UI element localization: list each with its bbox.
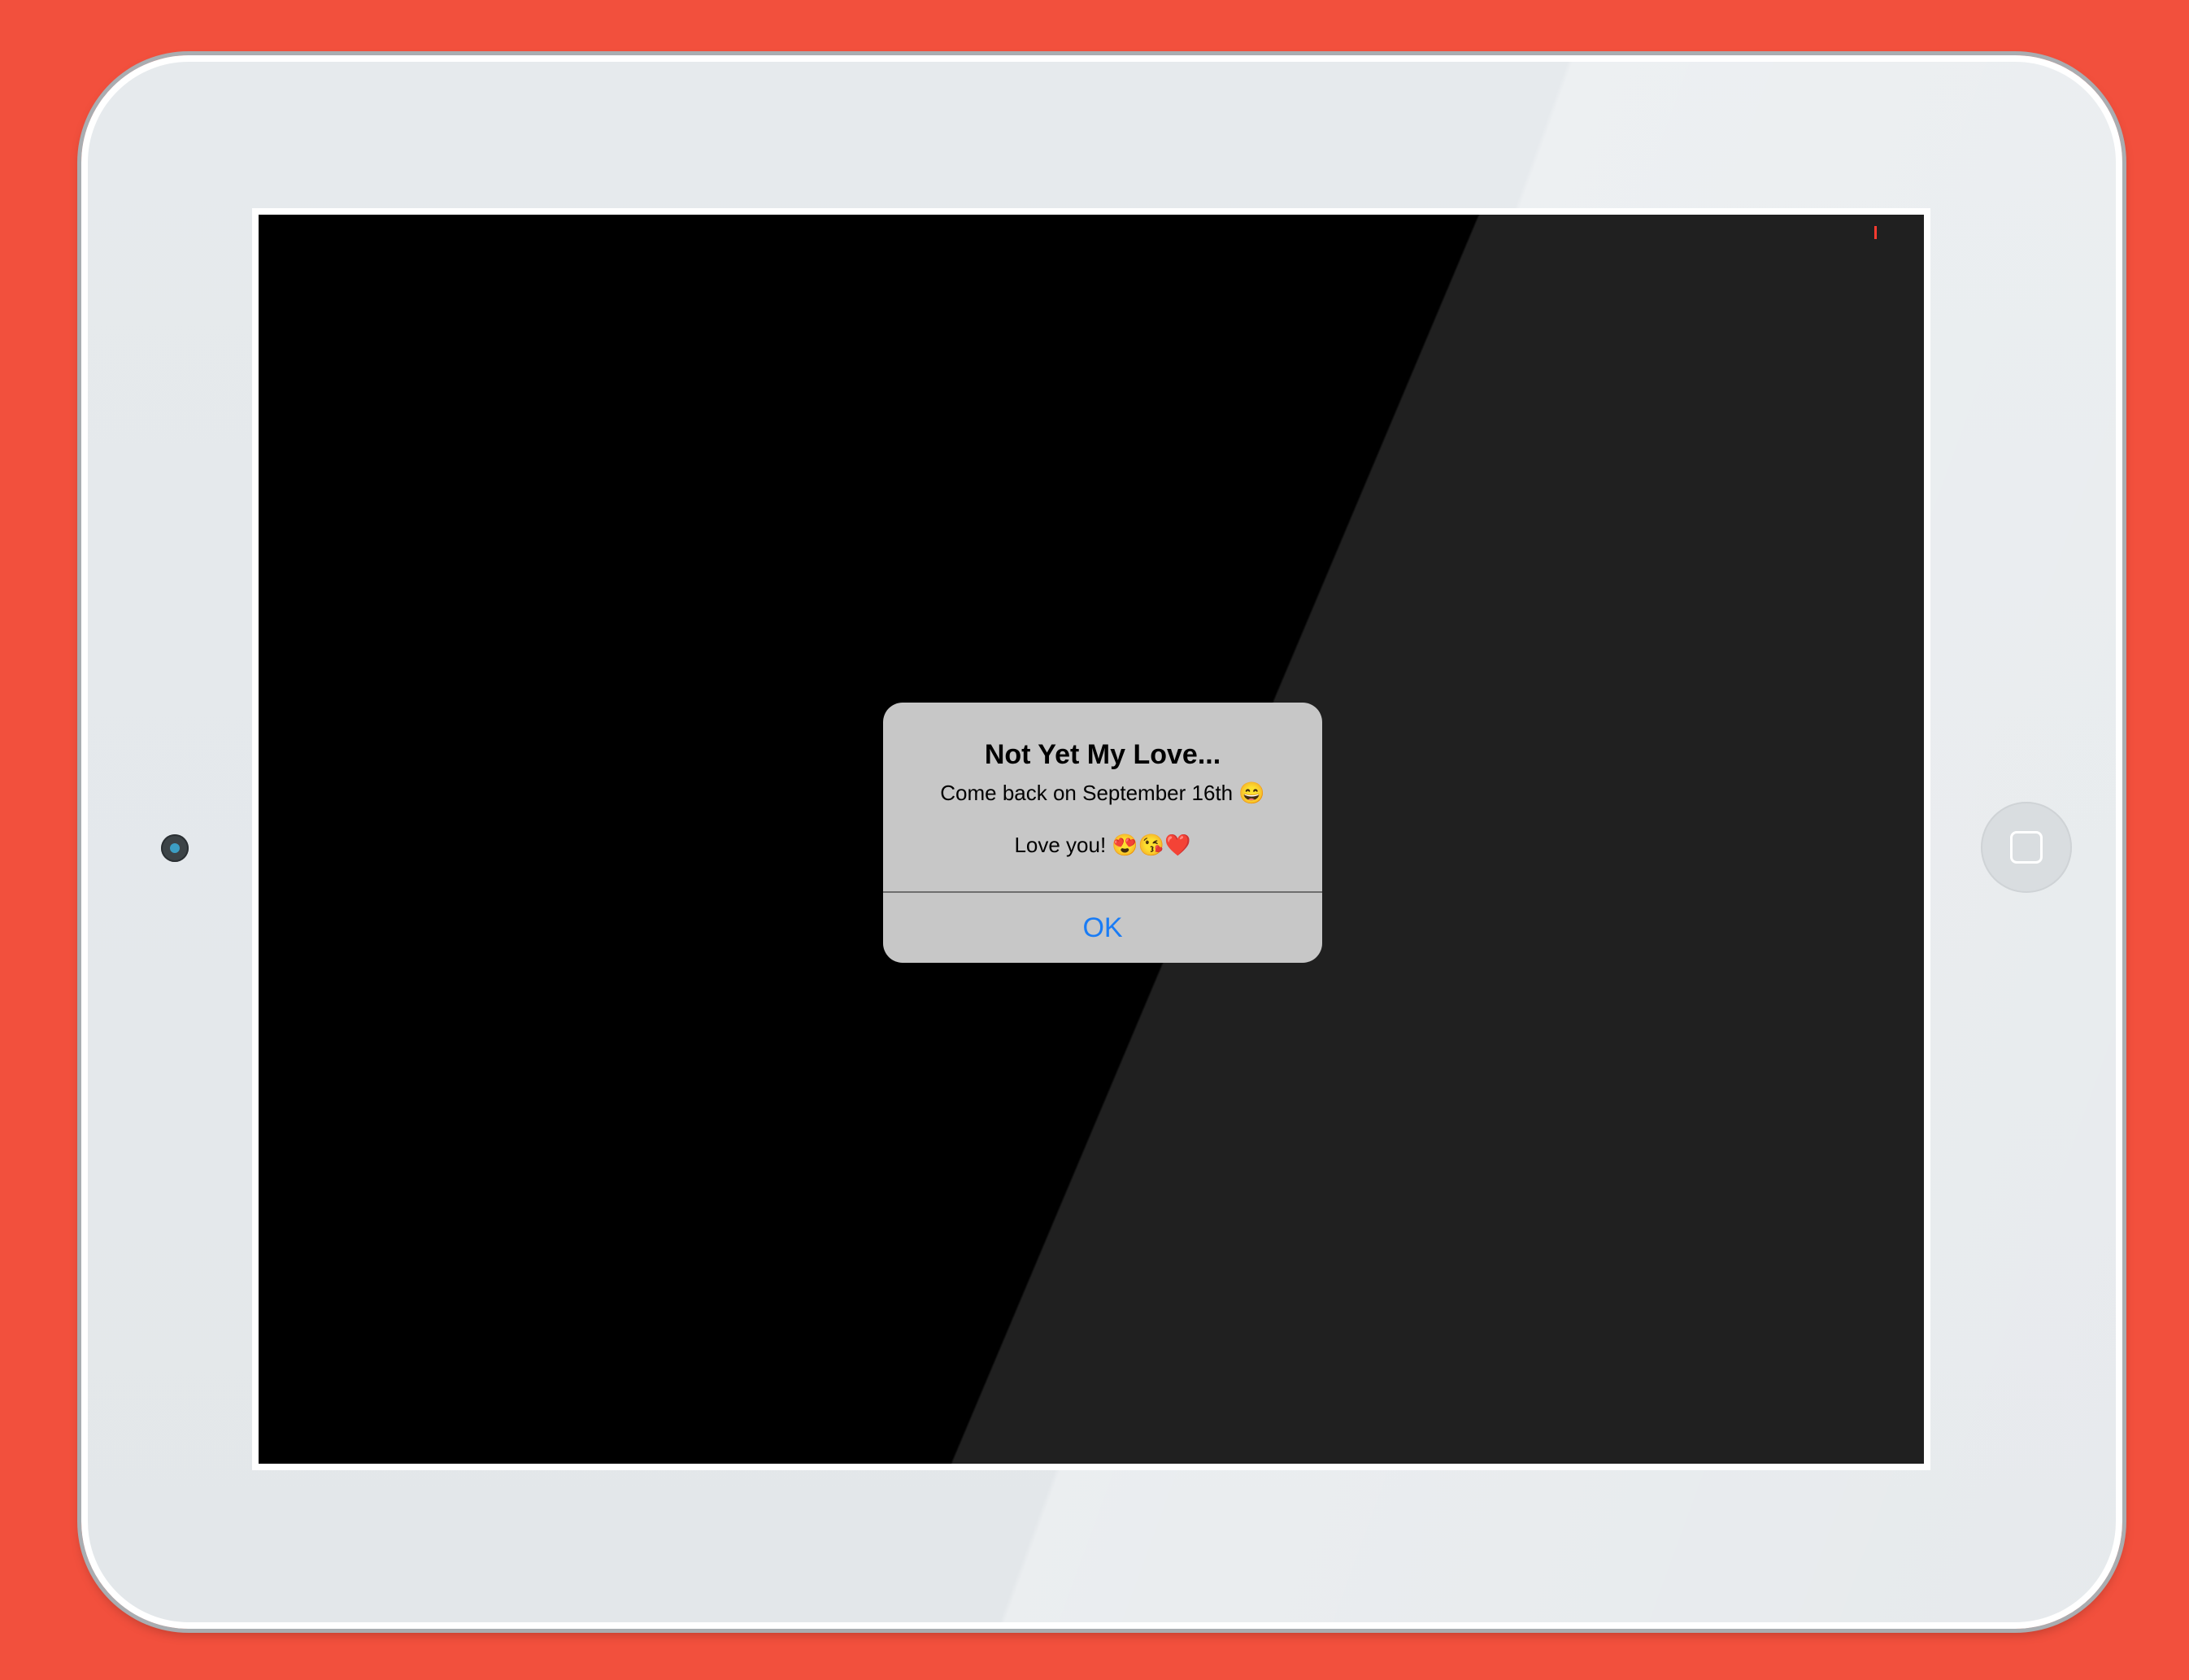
alert-message-secondary: Love you! 😍😘❤️ (1014, 833, 1191, 857)
alert-message: Come back on September 16th 😄 (940, 781, 1265, 805)
alert-dialog: Not Yet My Love... Come back on Septembe… (883, 703, 1322, 963)
alert-content: Not Yet My Love... Come back on Septembe… (883, 703, 1322, 891)
square-icon (2010, 831, 2043, 864)
screen-bezel: Not Yet My Love... Come back on Septembe… (252, 208, 1930, 1470)
home-button[interactable] (1981, 802, 2072, 893)
alert-title: Not Yet My Love... (984, 739, 1221, 770)
camera-lens (170, 843, 180, 853)
front-camera-icon (161, 834, 189, 862)
ok-button[interactable]: OK (883, 893, 1322, 963)
status-bar-indicator (1874, 226, 1877, 239)
device-screen: Not Yet My Love... Come back on Septembe… (259, 215, 1924, 1464)
